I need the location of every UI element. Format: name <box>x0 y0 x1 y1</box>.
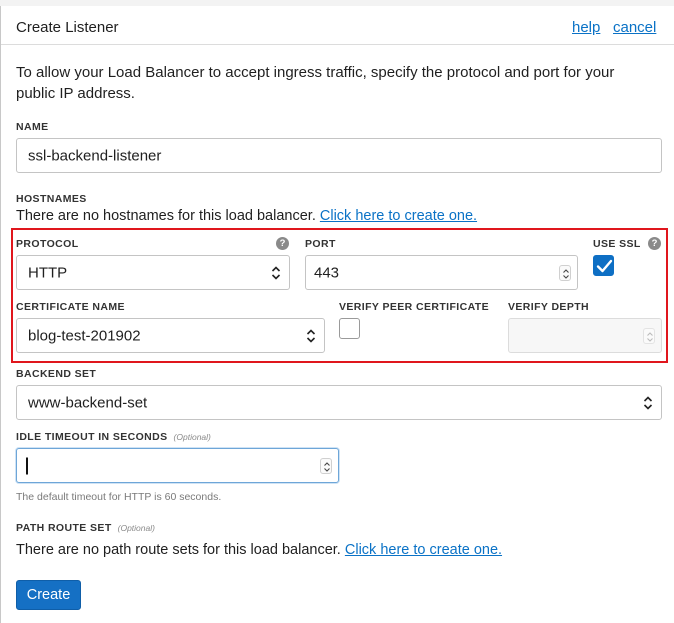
port-input[interactable]: 443 <box>305 255 578 290</box>
idle-timeout-label: IDLE TIMEOUT IN SECONDS (Optional) <box>16 431 211 443</box>
panel-header: Create Listener help cancel <box>1 6 674 45</box>
protocol-select[interactable]: HTTP <box>16 255 290 290</box>
intro-text: To allow your Load Balancer to accept in… <box>16 64 615 102</box>
select-chevron-icon <box>306 328 316 343</box>
verify-peer-checkbox[interactable] <box>339 318 360 339</box>
select-chevron-icon <box>643 395 653 410</box>
backend-set-label: BACKEND SET <box>16 368 97 380</box>
path-route-set-label: PATH ROUTE SET (Optional) <box>16 522 155 534</box>
use-ssl-label: USE SSL <box>593 238 641 250</box>
port-value: 443 <box>314 264 340 281</box>
backend-set-select[interactable]: www-backend-set <box>16 385 662 420</box>
path-route-set-optional: (Optional) <box>117 523 155 533</box>
stepper-arrows-icon <box>324 461 330 472</box>
backend-set-value: www-backend-set <box>28 394 148 411</box>
select-chevron-icon <box>271 265 281 280</box>
protocol-value: HTTP <box>28 264 68 281</box>
text-cursor <box>26 457 28 474</box>
panel-title: Create Listener <box>16 19 119 36</box>
protocol-help-icon[interactable]: ? <box>276 237 289 250</box>
name-value: ssl-backend-listener <box>28 147 162 164</box>
idle-timeout-hint: The default timeout for HTTP is 60 secon… <box>16 491 222 503</box>
create-hostname-link[interactable]: Click here to create one. <box>320 208 477 224</box>
idle-timeout-input[interactable] <box>16 448 339 483</box>
idle-timeout-label-text: IDLE TIMEOUT IN SECONDS <box>16 431 168 443</box>
hostnames-text-row: There are no hostnames for this load bal… <box>16 208 477 224</box>
path-route-set-text-row: There are no path route sets for this lo… <box>16 542 502 558</box>
idle-timeout-stepper[interactable] <box>320 457 332 474</box>
port-stepper[interactable] <box>559 264 571 281</box>
help-link[interactable]: help <box>572 19 600 36</box>
use-ssl-checkbox[interactable] <box>593 255 614 276</box>
stepper-arrows-icon <box>563 268 569 279</box>
hostnames-label: HOSTNAMES <box>16 193 87 205</box>
create-button[interactable]: Create <box>16 580 81 610</box>
create-listener-panel: Create Listener help cancel To allow you… <box>0 6 674 623</box>
path-route-set-text: There are no path route sets for this lo… <box>16 542 341 558</box>
cancel-link[interactable]: cancel <box>613 19 656 36</box>
port-label: PORT <box>305 238 336 250</box>
protocol-label: PROTOCOL <box>16 238 79 250</box>
verify-peer-label: VERIFY PEER CERTIFICATE <box>339 301 489 313</box>
certificate-value: blog-test-201902 <box>28 327 141 344</box>
hostnames-text: There are no hostnames for this load bal… <box>16 208 316 224</box>
certificate-name-label: CERTIFICATE NAME <box>16 301 125 313</box>
use-ssl-help-icon[interactable]: ? <box>648 237 661 250</box>
path-route-set-label-text: PATH ROUTE SET <box>16 522 112 534</box>
idle-timeout-optional: (Optional) <box>173 432 211 442</box>
name-label: NAME <box>16 121 49 133</box>
stepper-arrows-icon <box>647 331 653 342</box>
name-input[interactable]: ssl-backend-listener <box>16 138 662 173</box>
verify-depth-label: VERIFY DEPTH <box>508 301 590 313</box>
certificate-select[interactable]: blog-test-201902 <box>16 318 325 353</box>
verify-depth-stepper[interactable] <box>643 327 655 344</box>
checkmark-icon <box>596 259 613 273</box>
create-path-route-set-link[interactable]: Click here to create one. <box>345 542 502 558</box>
verify-depth-input[interactable] <box>508 318 662 353</box>
